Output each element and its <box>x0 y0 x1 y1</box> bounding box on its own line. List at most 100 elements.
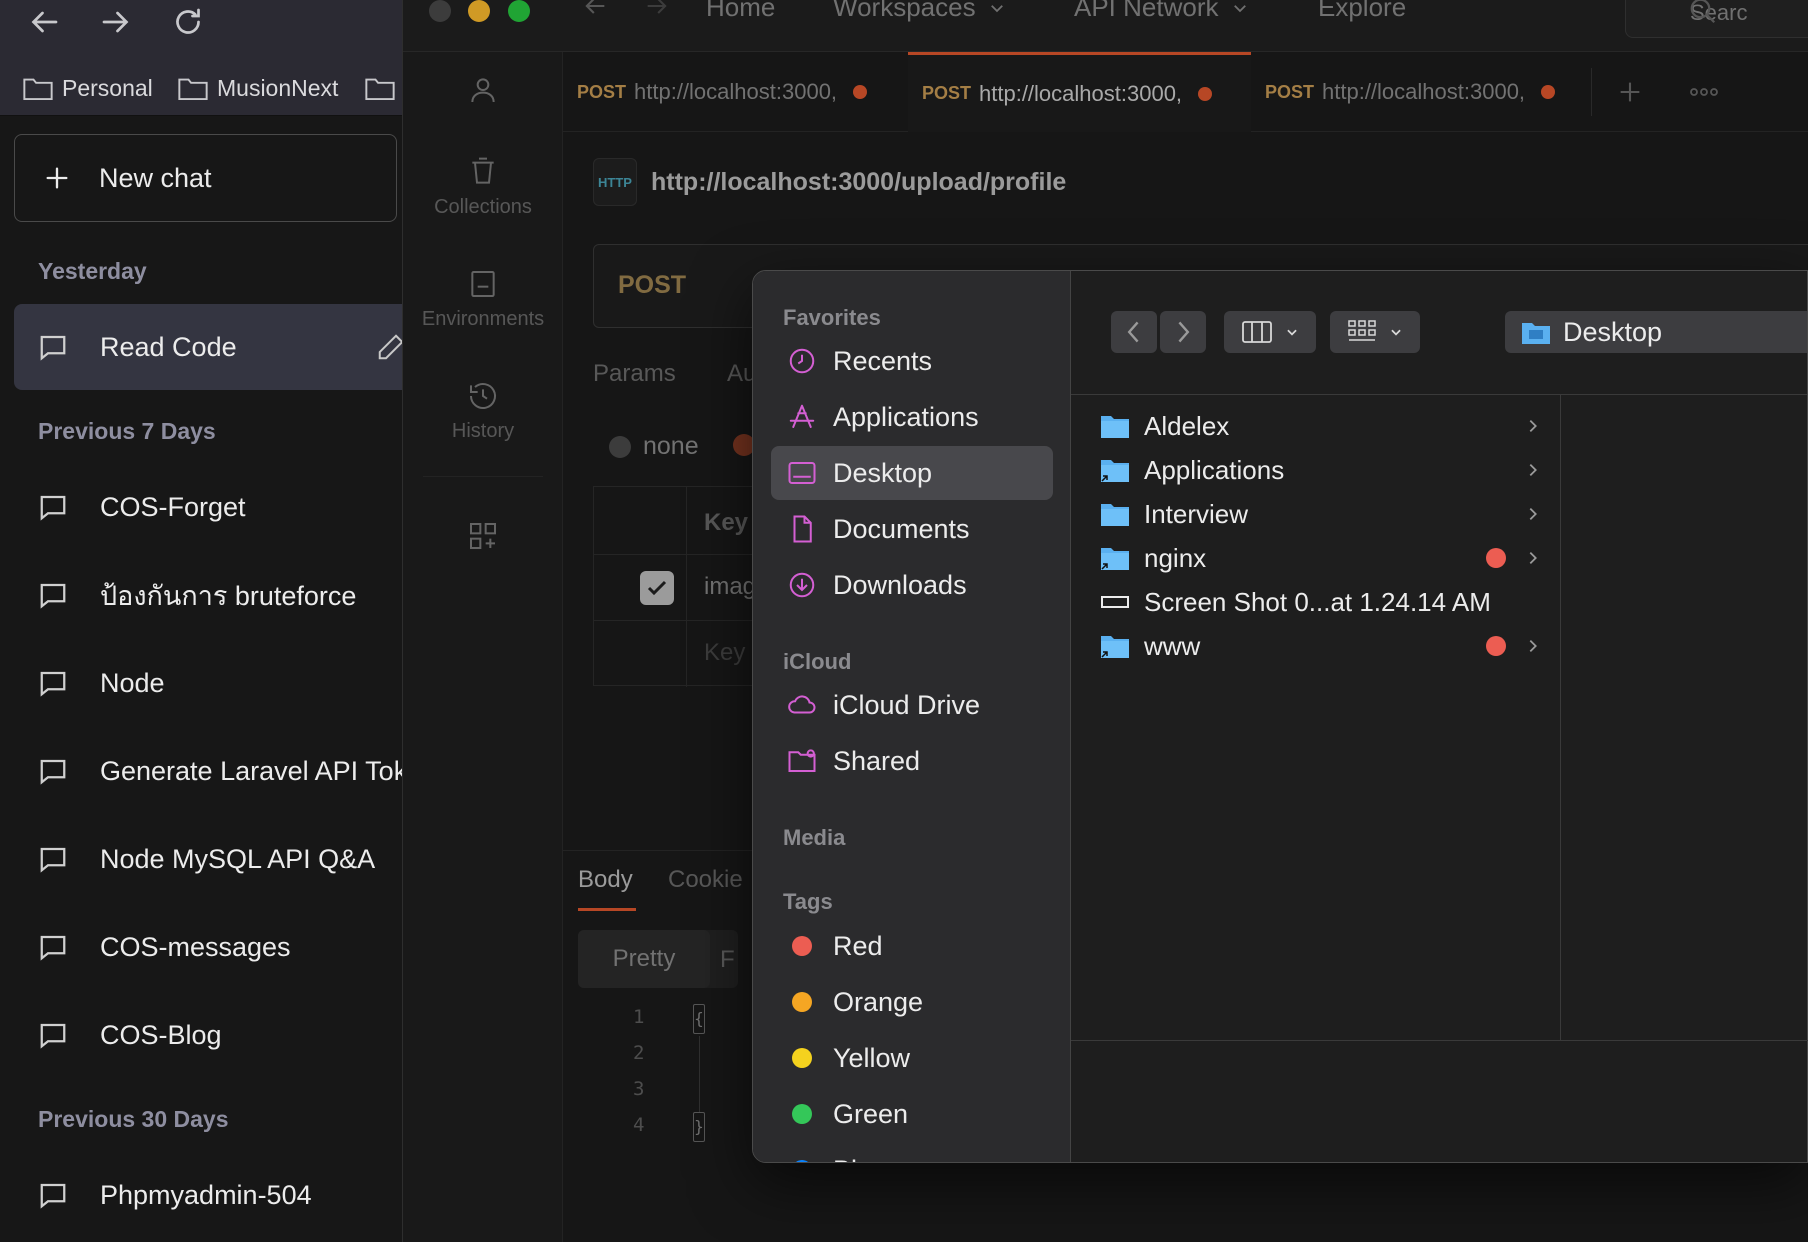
raw-button[interactable]: F <box>720 946 735 974</box>
chat-item[interactable]: Generate Laravel API Tok <box>14 728 402 814</box>
more-icon[interactable] <box>1689 80 1719 104</box>
row-checkbox[interactable] <box>640 571 674 605</box>
tab-body[interactable]: Body <box>578 866 633 894</box>
file-row[interactable]: www <box>1100 624 1540 668</box>
reload-button[interactable] <box>170 4 210 40</box>
tab-cookies[interactable]: Cookie <box>668 866 743 894</box>
bookmark-folder[interactable] <box>364 70 396 106</box>
file-row[interactable]: Screen Shot 0...at 1.24.14 AM <box>1100 580 1540 624</box>
pencil-icon[interactable] <box>376 332 403 362</box>
key-column-header: Key <box>704 509 749 536</box>
tag-color-dot <box>792 1104 812 1124</box>
nav-explore[interactable]: Explore <box>1318 0 1406 23</box>
rail-environments[interactable]: Environments <box>403 268 563 331</box>
close-window-button[interactable] <box>429 0 451 22</box>
fold-brace[interactable]: { <box>693 1004 705 1034</box>
chat-item[interactable]: Node MySQL API Q&A <box>14 816 402 902</box>
sidebar-item-downloads[interactable]: Downloads <box>771 558 1053 612</box>
rail-label: History <box>451 420 515 442</box>
bookmark-musionnext[interactable]: MusionNext <box>177 70 338 106</box>
key-placeholder[interactable]: Key <box>704 639 745 667</box>
rail-label: Collections <box>434 196 532 218</box>
sidebar-item-shared[interactable]: Shared <box>771 734 1053 788</box>
history-back-button[interactable] <box>581 0 609 20</box>
chat-item[interactable]: COS-messages <box>14 904 402 990</box>
tag-label: Orange <box>833 986 924 1017</box>
tag-red[interactable]: Red <box>771 919 1053 973</box>
column-divider <box>686 487 687 687</box>
chevron-right-icon <box>1529 463 1537 477</box>
chat-item[interactable]: Phpmyadmin-504 <box>14 1152 402 1238</box>
rail-add-widget[interactable] <box>403 520 563 552</box>
row-key[interactable]: imag <box>704 573 756 601</box>
history-forward-button[interactable] <box>643 0 671 20</box>
maximize-window-button[interactable] <box>508 0 530 22</box>
request-tab[interactable]: POST http://localhost:3000, <box>1251 52 1591 132</box>
back-button[interactable] <box>26 4 66 40</box>
file-row[interactable]: Interview <box>1100 492 1540 536</box>
chat-item[interactable]: Node <box>14 640 402 726</box>
file-row[interactable]: Aldelex <box>1100 404 1540 448</box>
tag-green[interactable]: Green <box>771 1087 1053 1141</box>
folder-icon <box>178 78 208 101</box>
request-tab-bar: POST http://localhost:3000, POST http://… <box>563 52 1808 132</box>
tab-url: http://localhost:3000, <box>979 80 1183 106</box>
sidebar-item-desktop[interactable]: Desktop <box>771 446 1053 500</box>
chat-item-read-code[interactable]: Read Code <box>14 304 403 390</box>
tag-orange[interactable]: Orange <box>771 975 1053 1029</box>
nav-workspaces[interactable]: Workspaces <box>833 0 1006 23</box>
rail-user[interactable] <box>403 74 563 106</box>
grid-plus-icon <box>470 523 496 549</box>
chat-bubble-icon <box>40 583 66 609</box>
tab-params[interactable]: Params <box>593 360 676 388</box>
plus-icon <box>46 167 68 189</box>
radio-button <box>609 435 631 458</box>
rail-history[interactable]: History <box>403 380 563 443</box>
request-tab-active[interactable]: POST http://localhost:3000, <box>908 52 1251 132</box>
folder-icon <box>23 78 53 101</box>
tab-divider <box>1591 68 1592 116</box>
file-row[interactable]: nginx <box>1100 536 1540 580</box>
chat-title: Node MySQL API Q&A <box>100 843 376 874</box>
new-chat-button[interactable]: New chat <box>14 134 397 222</box>
file-row[interactable]: Applications <box>1100 448 1540 492</box>
arrow-right-icon <box>102 11 129 33</box>
tag-blue[interactable]: Blue <box>771 1143 1053 1162</box>
forward-button[interactable] <box>98 4 138 40</box>
plus-icon[interactable] <box>1616 78 1644 106</box>
request-url[interactable]: http://localhost:3000/upload/profile <box>651 168 1066 197</box>
tag-color-dot <box>792 992 812 1012</box>
chat-item[interactable]: COS-Blog <box>14 992 402 1078</box>
sidebar-item-documents[interactable]: Documents <box>771 502 1053 556</box>
shared-folder-icon <box>788 749 816 772</box>
new-chat-label: New chat <box>99 162 212 193</box>
sidebar-item-label: iCloud Drive <box>833 689 981 720</box>
method-select[interactable]: POST <box>618 271 686 300</box>
tag-yellow[interactable]: Yellow <box>771 1031 1053 1085</box>
sidebar-item-applications[interactable]: Applications <box>771 390 1053 444</box>
chat-title: Phpmyadmin-504 <box>100 1179 312 1210</box>
chat-sidebar: Personal MusionNext New chat Yesterday P… <box>0 0 403 1242</box>
rail-collections[interactable]: Collections <box>403 156 563 219</box>
request-tab[interactable]: POST http://localhost:3000, <box>563 52 908 132</box>
bookmark-personal[interactable]: Personal <box>22 70 153 106</box>
chat-title: COS-messages <box>100 931 291 962</box>
fold-brace[interactable]: } <box>693 1112 705 1142</box>
sidebar-item-recents[interactable]: Recents <box>771 334 1053 388</box>
tab-url: http://localhost:3000, <box>1322 79 1526 104</box>
nav-api-network[interactable]: API Network <box>1074 0 1249 23</box>
line-number: 3 <box>633 1078 645 1100</box>
reload-icon <box>176 8 200 34</box>
nav-home[interactable]: Home <box>706 0 775 23</box>
chat-item[interactable]: ป้องกันการ bruteforce <box>14 552 402 638</box>
checkmark-icon <box>647 580 667 596</box>
browser-toolbar: Personal MusionNext <box>0 0 402 116</box>
body-mode-none[interactable]: none <box>609 432 699 461</box>
sidebar-item-icloud-drive[interactable]: iCloud Drive <box>771 678 1053 732</box>
pretty-button[interactable]: Pretty <box>578 930 710 988</box>
request-url-row: HTTP http://localhost:3000/upload/profil… <box>593 158 1066 206</box>
favorites-heading: Favorites <box>783 305 881 330</box>
minimize-window-button[interactable] <box>468 0 490 22</box>
chat-item[interactable]: COS-Forget <box>14 464 402 550</box>
format-switch: Pretty F <box>578 930 738 988</box>
